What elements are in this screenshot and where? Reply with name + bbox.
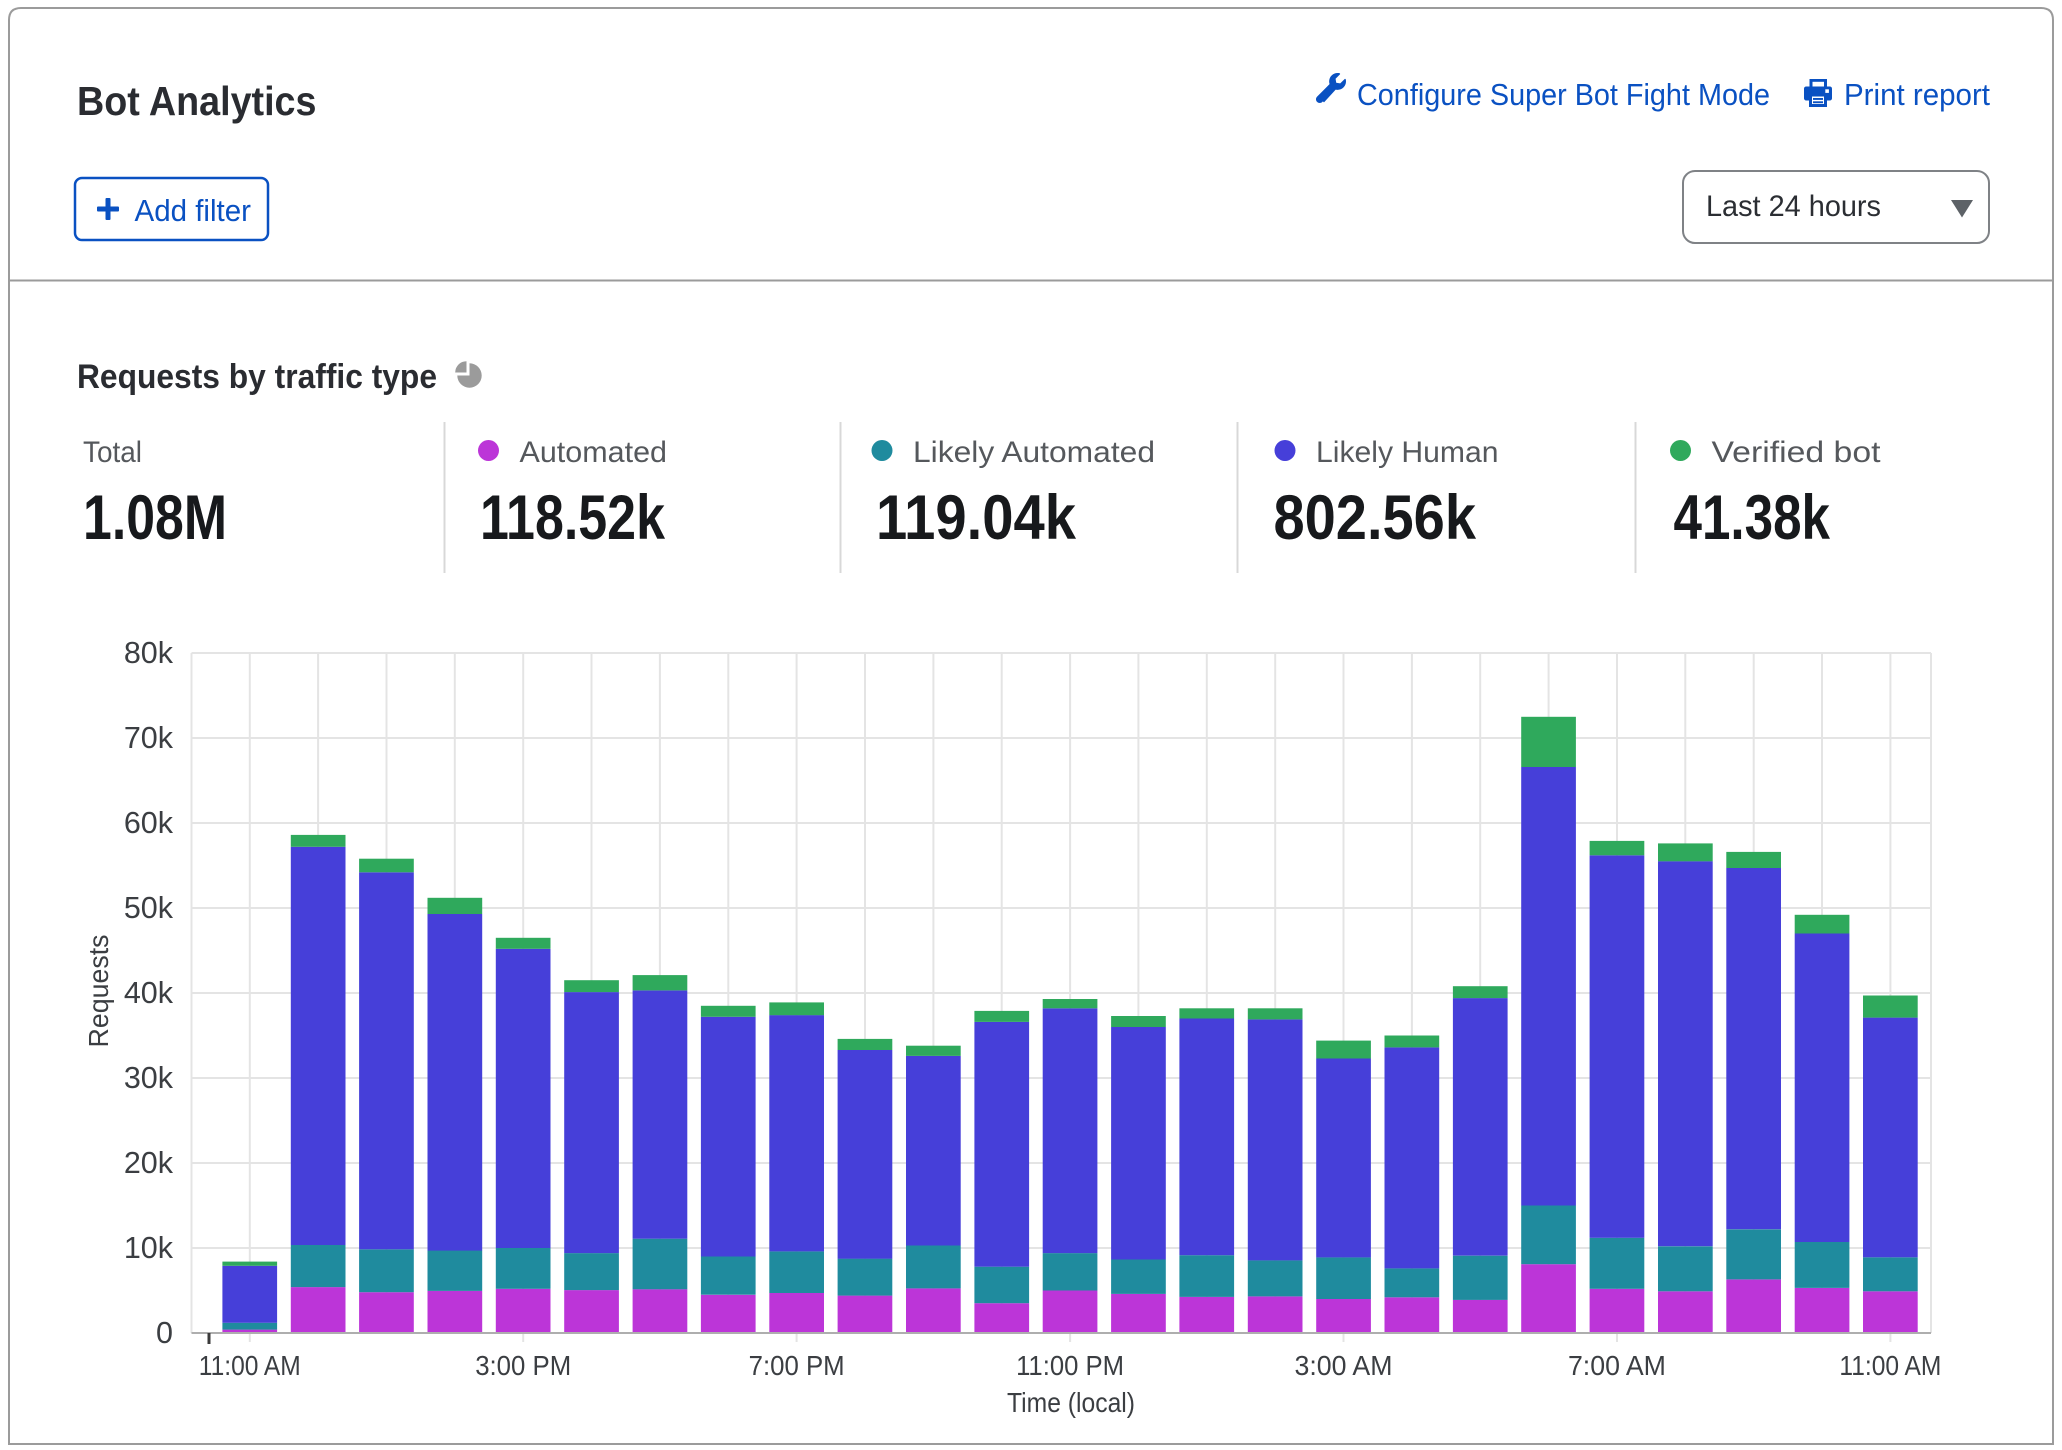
svg-text:119.04k: 119.04k	[876, 483, 1077, 553]
svg-text:40k: 40k	[124, 976, 174, 1010]
svg-text:Likely Automated: Likely Automated	[913, 436, 1155, 469]
svg-text:Requests by traffic type: Requests by traffic type	[77, 358, 437, 396]
svg-text:118.52k: 118.52k	[480, 483, 666, 553]
svg-text:Time (local): Time (local)	[1007, 1387, 1135, 1418]
svg-text:70k: 70k	[124, 721, 174, 755]
svg-text:3:00 PM: 3:00 PM	[475, 1350, 571, 1381]
svg-text:11:00 PM: 11:00 PM	[1016, 1350, 1124, 1381]
svg-text:20k: 20k	[124, 1146, 174, 1180]
svg-text:50k: 50k	[124, 891, 174, 925]
svg-text:Total: Total	[83, 436, 142, 469]
svg-text:41.38k: 41.38k	[1674, 483, 1831, 553]
svg-text:0: 0	[156, 1316, 173, 1350]
svg-text:7:00 AM: 7:00 AM	[1568, 1350, 1666, 1381]
svg-text:60k: 60k	[124, 806, 174, 840]
svg-text:802.56k: 802.56k	[1274, 483, 1477, 553]
svg-text:80k: 80k	[124, 636, 174, 670]
svg-text:Configure Super Bot Fight Mode: Configure Super Bot Fight Mode	[1357, 77, 1770, 112]
svg-text:7:00 PM: 7:00 PM	[749, 1350, 845, 1381]
svg-text:Verified bot: Verified bot	[1712, 436, 1881, 469]
svg-text:Requests: Requests	[83, 935, 114, 1048]
svg-text:Likely Human: Likely Human	[1316, 436, 1499, 469]
svg-text:Print report: Print report	[1844, 77, 1990, 112]
svg-text:30k: 30k	[124, 1061, 174, 1095]
svg-text:11:00 AM: 11:00 AM	[199, 1350, 301, 1381]
svg-text:Last 24 hours: Last 24 hours	[1706, 190, 1881, 223]
svg-text:Add filter: Add filter	[135, 193, 252, 228]
svg-text:11:00 AM: 11:00 AM	[1839, 1350, 1941, 1381]
svg-text:10k: 10k	[124, 1231, 174, 1265]
svg-text:Automated: Automated	[520, 436, 668, 469]
svg-text:Bot Analytics: Bot Analytics	[77, 78, 317, 124]
svg-text:1.08M: 1.08M	[83, 483, 227, 553]
svg-text:3:00 AM: 3:00 AM	[1295, 1350, 1393, 1381]
